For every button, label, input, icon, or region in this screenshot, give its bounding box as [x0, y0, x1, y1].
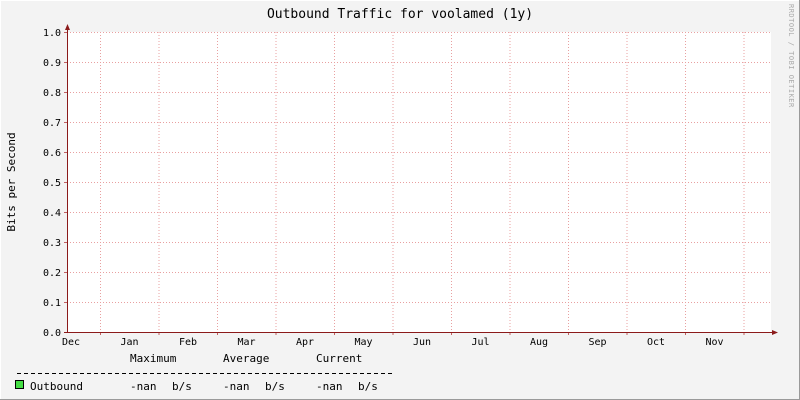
- y-tick-label: 0.5: [43, 178, 61, 189]
- x-tick-label: Jan: [120, 337, 138, 348]
- y-tick-label: 0.9: [43, 58, 61, 69]
- x-tick-label: Sep: [588, 337, 606, 348]
- chart-canvas: Outbound Traffic for voolamed (1y) Bits p…: [0, 0, 800, 400]
- x-tick-label: Jun: [413, 337, 431, 348]
- y-tick-label: 0.8: [43, 88, 61, 99]
- x-tick-label: Dec: [62, 337, 80, 348]
- legend-current-value: -nan: [316, 380, 343, 393]
- y-tick-label: 1.0: [43, 28, 61, 39]
- legend-header-average: Average: [223, 352, 269, 365]
- x-tick-label: Feb: [179, 337, 197, 348]
- y-tick-label: 0.1: [43, 298, 61, 309]
- chart-title: Outbound Traffic for voolamed (1y): [267, 7, 533, 22]
- legend-series-name: Outbound: [30, 380, 83, 393]
- y-tick-label: 0.2: [43, 268, 61, 279]
- x-tick-label: Mar: [237, 337, 255, 348]
- x-tick-label: Apr: [296, 337, 314, 348]
- y-tick-label: 0.7: [43, 118, 61, 129]
- x-tick-label: May: [354, 337, 372, 348]
- x-tick-label: Aug: [530, 337, 548, 348]
- traffic-chart: Outbound Traffic for voolamed (1y) Bits p…: [0, 0, 800, 400]
- x-axis-arrow: [772, 330, 778, 335]
- legend-swatch: [15, 380, 24, 389]
- y-tick-label: 0.0: [43, 328, 61, 339]
- x-tick-label: Jul: [471, 337, 489, 348]
- legend-header-current: Current: [316, 352, 362, 365]
- y-axis-label: Bits per Second: [5, 132, 18, 231]
- y-tick-label: 0.3: [43, 238, 61, 249]
- x-tick-label: Oct: [647, 337, 665, 348]
- y-tick-label: 0.6: [43, 148, 61, 159]
- legend-average-value: -nan: [223, 380, 250, 393]
- legend-average-unit: b/s: [265, 380, 285, 393]
- y-axis-arrow: [65, 24, 70, 30]
- watermark: RRDTOOL / TOBI OETIKER: [787, 4, 795, 108]
- legend-current-unit: b/s: [358, 380, 378, 393]
- x-tick-label: Nov: [705, 337, 723, 348]
- legend-header-maximum: Maximum: [130, 352, 177, 365]
- legend-maximum-unit: b/s: [172, 380, 192, 393]
- legend-maximum-value: -nan: [130, 380, 157, 393]
- y-tick-label: 0.4: [43, 208, 61, 219]
